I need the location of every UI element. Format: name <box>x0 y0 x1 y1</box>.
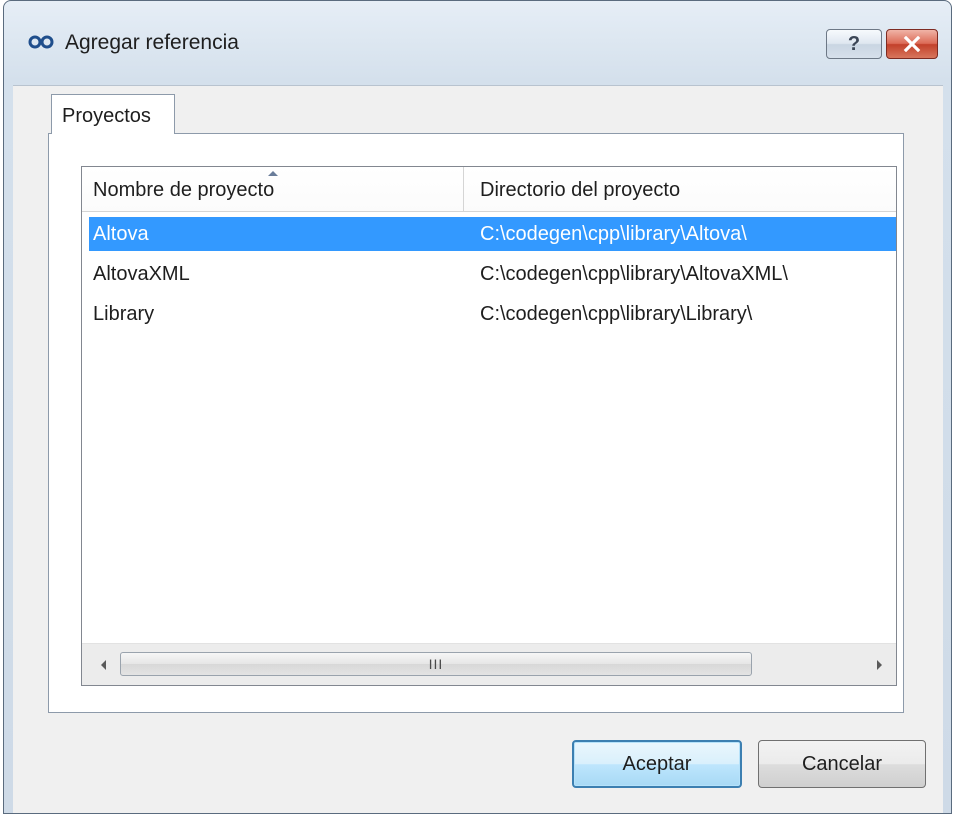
table-row[interactable]: AltovaXML C:\codegen\cpp\library\AltovaX… <box>89 257 896 291</box>
project-directory-cell: C:\codegen\cpp\library\Library\ <box>480 303 753 325</box>
column-header-project-directory[interactable]: Directorio del proyecto <box>465 167 896 211</box>
add-reference-dialog: Agregar referencia ? Proyectos Nombre de… <box>3 0 952 814</box>
scrollbar-thumb[interactable]: III <box>120 652 752 676</box>
title-bar[interactable]: Agregar referencia ? <box>4 1 951 89</box>
horizontal-scrollbar[interactable]: III <box>82 643 896 685</box>
help-button[interactable]: ? <box>826 29 882 59</box>
tab-label: Proyectos <box>62 105 151 127</box>
arrow-right-icon <box>876 660 882 670</box>
sort-ascending-icon <box>268 171 278 176</box>
cancel-button[interactable]: Cancelar <box>758 740 926 788</box>
ok-button[interactable]: Aceptar <box>572 740 742 788</box>
table-row[interactable]: Library C:\codegen\cpp\library\Library\ <box>89 297 896 331</box>
scroll-right-button[interactable] <box>864 644 894 685</box>
column-header-label: Directorio del proyecto <box>480 179 681 201</box>
column-header-project-name[interactable]: Nombre de proyecto <box>82 167 464 211</box>
arrow-left-icon <box>100 660 106 670</box>
tab-proyectos[interactable]: Proyectos <box>51 94 175 134</box>
tab-panel-proyectos: Nombre de proyecto Directorio del proyec… <box>48 133 904 713</box>
close-button[interactable] <box>886 29 938 59</box>
window-title: Agregar referencia <box>65 31 239 54</box>
list-header: Nombre de proyecto Directorio del proyec… <box>82 167 896 212</box>
scroll-left-button[interactable] <box>88 644 118 685</box>
project-name-cell: Library <box>93 303 155 325</box>
double-ring-link-icon <box>28 35 54 49</box>
close-icon <box>903 36 921 52</box>
dialog-client-area: Proyectos Nombre de proyecto Directorio … <box>13 85 943 813</box>
projects-list[interactable]: Nombre de proyecto Directorio del proyec… <box>81 166 897 686</box>
column-header-label: Nombre de proyecto <box>93 179 275 201</box>
project-directory-cell: C:\codegen\cpp\library\AltovaXML\ <box>480 263 788 285</box>
grip-icon: III <box>428 656 444 672</box>
table-row[interactable]: Altova C:\codegen\cpp\library\Altova\ <box>89 217 896 251</box>
help-icon: ? <box>847 32 861 55</box>
project-name-cell: Altova <box>93 223 149 245</box>
project-name-cell: AltovaXML <box>93 263 190 285</box>
project-directory-cell: C:\codegen\cpp\library\Altova\ <box>480 223 747 245</box>
